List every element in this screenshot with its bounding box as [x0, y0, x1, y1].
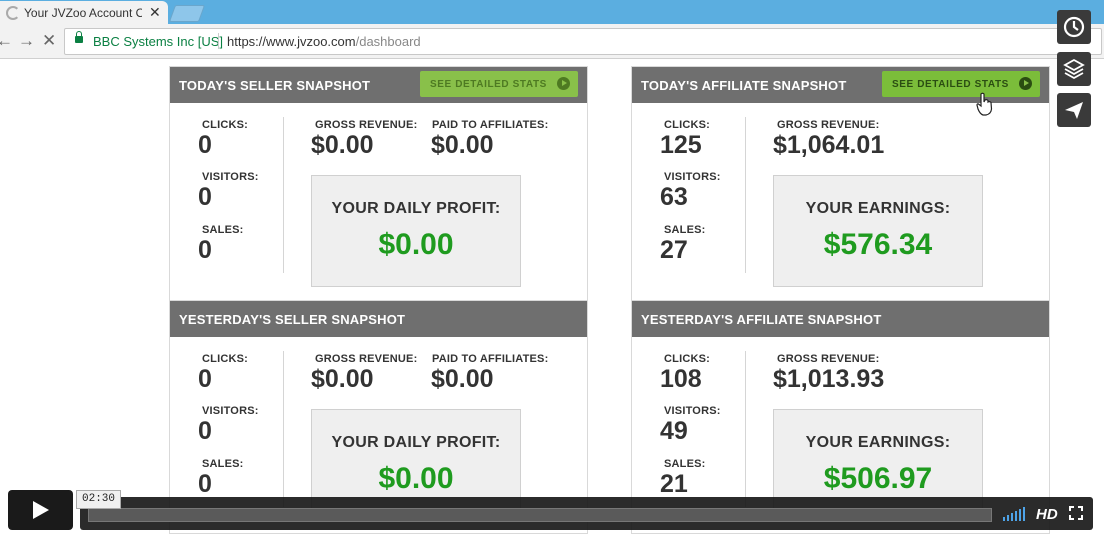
new-tab-button[interactable]: [168, 5, 206, 22]
button-label: SEE DETAILED STATS: [430, 79, 547, 90]
forward-arrow-icon[interactable]: →: [18, 31, 35, 51]
column-divider: [283, 117, 284, 273]
panel-header: YESTERDAY'S AFFILIATE SNAPSHOT: [632, 301, 1049, 337]
daily-profit-label: YOUR DAILY PROFIT:: [331, 200, 501, 217]
sales-value: 0: [198, 470, 212, 498]
security-label: BBC Systems Inc [US]: [93, 34, 224, 49]
today-seller-panel: TODAY'S SELLER SNAPSHOT SEE DETAILED STA…: [169, 66, 588, 303]
browser-tab-bar: Your JVZoo Account Ove ✕: [0, 0, 1104, 24]
sales-value: 27: [660, 236, 688, 264]
paid-to-affiliates-value: $0.00: [431, 131, 494, 159]
earnings-label: YOUR EARNINGS:: [805, 200, 951, 217]
share-button[interactable]: [1057, 93, 1091, 127]
paid-to-affiliates-label: PAID TO AFFILIATES:: [432, 119, 549, 131]
url-host: https://www.jvzoo.com: [227, 34, 356, 49]
sales-label: SALES:: [664, 224, 706, 236]
play-icon: [33, 501, 49, 519]
arrow-right-icon: [557, 77, 570, 90]
url-text[interactable]: https://www.jvzoo.com/dashboard: [227, 34, 421, 49]
clock-icon: [1063, 16, 1085, 38]
lock-icon: [75, 31, 83, 43]
daily-profit-value: $0.00: [378, 228, 454, 261]
playback-timecode: 02:30: [76, 490, 122, 509]
panel-header: TODAY'S SELLER SNAPSHOT SEE DETAILED STA…: [170, 67, 587, 103]
gross-revenue-label: GROSS REVENUE:: [777, 119, 880, 131]
column-divider: [745, 117, 746, 273]
address-bar[interactable]: BBC Systems Inc [US] https://www.jvzoo.c…: [64, 28, 1102, 55]
sales-value: 21: [660, 470, 688, 498]
clicks-value: 125: [660, 131, 702, 159]
daily-profit-box: YOUR DAILY PROFIT: $0.00: [311, 175, 521, 287]
earnings-label: YOUR EARNINGS:: [805, 434, 951, 451]
video-control-bar: HD: [80, 497, 1093, 530]
gross-revenue-value: $1,064.01: [773, 131, 885, 159]
sales-label: SALES:: [664, 458, 706, 470]
arrow-right-icon: [1019, 77, 1032, 90]
sales-label: SALES:: [202, 458, 244, 470]
column-divider: [283, 351, 284, 507]
panel-title: TODAY'S SELLER SNAPSHOT: [179, 78, 371, 93]
loading-icon: [6, 6, 20, 20]
panel-title: TODAY'S AFFILIATE SNAPSHOT: [641, 78, 847, 93]
clicks-value: 0: [198, 131, 212, 159]
visitors-value: 0: [198, 183, 212, 211]
visitors-value: 49: [660, 417, 688, 445]
browser-toolbar: ← → ✕ BBC Systems Inc [US] https://www.j…: [0, 24, 1104, 59]
url-path: /dashboard: [355, 34, 421, 49]
sales-label: SALES:: [202, 224, 244, 236]
gross-revenue-label: GROSS REVENUE:: [315, 353, 418, 365]
panel-header: YESTERDAY'S SELLER SNAPSHOT: [170, 301, 587, 337]
collections-button[interactable]: [1057, 52, 1091, 86]
hd-toggle[interactable]: HD: [1036, 506, 1058, 523]
see-detailed-stats-button[interactable]: SEE DETAILED STATS: [420, 71, 578, 97]
fullscreen-icon[interactable]: [1069, 506, 1083, 520]
gross-revenue-value: $1,013.93: [773, 365, 885, 393]
gross-revenue-value: $0.00: [311, 131, 374, 159]
visitors-label: VISITORS:: [202, 405, 259, 417]
gross-revenue-value: $0.00: [311, 365, 374, 393]
clicks-label: CLICKS:: [664, 119, 711, 131]
gross-revenue-label: GROSS REVENUE:: [777, 353, 880, 365]
gross-revenue-label: GROSS REVENUE:: [315, 119, 418, 131]
hand-cursor-icon: [976, 92, 993, 116]
visitors-label: VISITORS:: [202, 171, 259, 183]
daily-profit-label: YOUR DAILY PROFIT:: [331, 434, 501, 451]
button-label: SEE DETAILED STATS: [892, 79, 1009, 90]
paid-to-affiliates-label: PAID TO AFFILIATES:: [432, 353, 549, 365]
stop-loading-icon[interactable]: ✕: [42, 31, 56, 51]
earnings-box: YOUR EARNINGS: $576.34: [773, 175, 983, 287]
earnings-value: $506.97: [823, 462, 933, 495]
clicks-label: CLICKS:: [202, 353, 249, 365]
visitors-value: 0: [198, 417, 212, 445]
play-button[interactable]: [8, 490, 73, 530]
visitors-value: 63: [660, 183, 688, 211]
see-detailed-stats-button[interactable]: SEE DETAILED STATS: [882, 71, 1040, 97]
clicks-label: CLICKS:: [202, 119, 249, 131]
paid-to-affiliates-value: $0.00: [431, 365, 494, 393]
daily-profit-value: $0.00: [378, 462, 454, 495]
visitors-label: VISITORS:: [664, 171, 721, 183]
tab-title: Your JVZoo Account Ove: [24, 6, 142, 20]
progress-track[interactable]: [88, 508, 992, 522]
clicks-label: CLICKS:: [664, 353, 711, 365]
sales-value: 0: [198, 236, 212, 264]
url-divider: [218, 33, 219, 49]
clicks-value: 108: [660, 365, 702, 393]
panel-title: YESTERDAY'S AFFILIATE SNAPSHOT: [641, 312, 882, 327]
panel-title: YESTERDAY'S SELLER SNAPSHOT: [179, 312, 406, 327]
clicks-value: 0: [198, 365, 212, 393]
volume-icon[interactable]: [1003, 507, 1027, 521]
tab-close-icon[interactable]: ✕: [149, 4, 161, 21]
back-arrow-icon[interactable]: ←: [0, 31, 13, 51]
visitors-label: VISITORS:: [664, 405, 721, 417]
send-icon: [1065, 102, 1083, 119]
column-divider: [745, 351, 746, 507]
layers-icon: [1063, 58, 1085, 80]
browser-tab[interactable]: Your JVZoo Account Ove ✕: [0, 1, 168, 24]
earnings-value: $576.34: [823, 228, 933, 261]
watch-later-button[interactable]: [1057, 10, 1091, 44]
